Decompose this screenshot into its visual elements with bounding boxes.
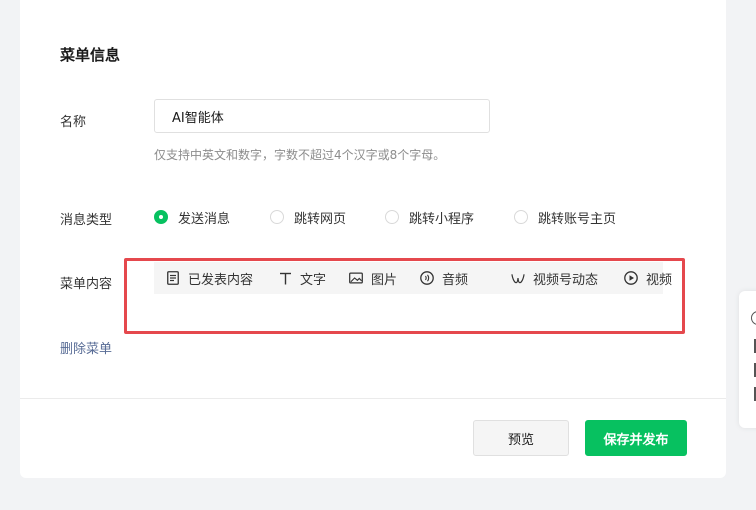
preview-button[interactable]: 预览 xyxy=(473,420,569,456)
tool-label: 视频 xyxy=(646,272,673,288)
tool-label: 视频号动态 xyxy=(533,272,599,288)
content-type-toolbar: 已发表内容 文字 图片 音频 视频号动态 视频 xyxy=(154,262,672,294)
radio-label: 发送消息 xyxy=(178,211,231,227)
menu-edit-card: 菜单信息 名称 仅支持中英文和数字，字数不超过4个汉字或8个字母。 消息类型 发… xyxy=(20,0,726,478)
radio-jump-account-home[interactable]: 跳转账号主页 xyxy=(514,207,616,227)
tool-audio[interactable]: 音频 xyxy=(420,262,468,294)
audio-icon xyxy=(420,271,434,285)
radio-checked-icon xyxy=(154,210,168,224)
radio-unchecked-icon xyxy=(270,210,284,224)
radio-label: 跳转账号主页 xyxy=(538,211,617,227)
section-title: 菜单信息 xyxy=(60,46,121,64)
name-hint: 仅支持中英文和数字，字数不超过4个汉字或8个字母。 xyxy=(154,148,446,162)
document-icon xyxy=(166,271,180,285)
tool-label: 图片 xyxy=(371,272,398,288)
radio-jump-webpage[interactable]: 跳转网页 xyxy=(270,207,346,227)
tool-channels-post[interactable]: 视频号动态 xyxy=(511,262,598,294)
delete-menu-link[interactable]: 删除菜单 xyxy=(60,338,112,357)
channels-icon xyxy=(511,271,525,285)
name-label: 名称 xyxy=(60,115,87,130)
play-icon xyxy=(624,271,638,285)
tool-image[interactable]: 图片 xyxy=(349,262,397,294)
tool-published-content[interactable]: 已发表内容 xyxy=(166,262,253,294)
tool-text[interactable]: 文字 xyxy=(278,262,326,294)
tool-label: 文字 xyxy=(300,272,327,288)
radio-label: 跳转小程序 xyxy=(409,211,475,227)
floating-side-panel[interactable] xyxy=(739,291,756,428)
image-icon xyxy=(349,271,363,285)
tool-label: 音频 xyxy=(442,272,469,288)
radio-jump-miniprogram[interactable]: 跳转小程序 xyxy=(385,207,474,227)
tool-label: 已发表内容 xyxy=(188,272,254,288)
radio-send-message[interactable]: 发送消息 xyxy=(154,207,230,227)
radio-unchecked-icon xyxy=(514,210,528,224)
radio-label: 跳转网页 xyxy=(294,211,347,227)
radio-unchecked-icon xyxy=(385,210,399,224)
menu-content-label: 菜单内容 xyxy=(60,277,113,292)
message-type-label: 消息类型 xyxy=(60,213,113,228)
text-icon xyxy=(278,271,292,285)
save-and-publish-button[interactable]: 保存并发布 xyxy=(585,420,687,456)
tool-video[interactable]: 视频 xyxy=(624,262,672,294)
info-icon xyxy=(751,311,756,325)
name-input[interactable] xyxy=(154,99,490,133)
footer-divider xyxy=(20,398,726,399)
